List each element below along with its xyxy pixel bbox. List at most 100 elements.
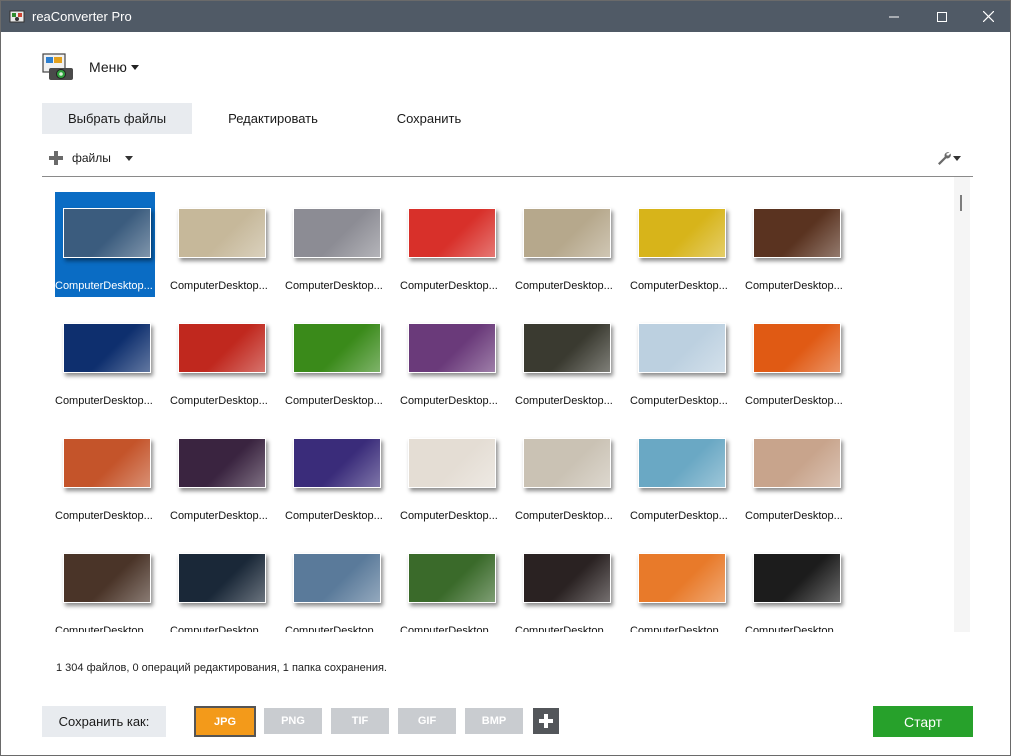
- image-thumbnail: [638, 323, 726, 373]
- file-thumbnail-item[interactable]: ComputerDesktop...: [55, 307, 155, 412]
- file-thumbnail-item[interactable]: ComputerDesktop...: [170, 422, 270, 527]
- tab-save[interactable]: Сохранить: [354, 103, 504, 134]
- image-thumbnail: [408, 438, 496, 488]
- file-thumbnail-item[interactable]: ComputerDesktop...: [515, 307, 615, 412]
- file-thumbnail-item[interactable]: ComputerDesktop...: [55, 422, 155, 527]
- file-thumbnail-item[interactable]: ComputerDesktop: [400, 537, 500, 632]
- file-thumbnail-item[interactable]: ComputerDesktop...: [285, 307, 385, 412]
- image-thumbnail: [753, 553, 841, 603]
- file-thumbnail-item[interactable]: ComputerDesktop...: [745, 192, 845, 297]
- scrollbar-thumb[interactable]: [960, 195, 962, 211]
- file-name-label: ComputerDesktop...: [285, 395, 383, 407]
- file-thumbnail-item[interactable]: ComputerDesktop...: [630, 422, 730, 527]
- maximize-button[interactable]: [918, 1, 966, 32]
- file-name-label: ComputerDesktop: [400, 625, 489, 632]
- file-thumbnail-item[interactable]: ComputerDesktop: [515, 537, 615, 632]
- file-name-label: ComputerDesktop...: [515, 280, 613, 292]
- plus-icon: [49, 151, 63, 165]
- file-thumbnail-item[interactable]: ComputerDesktop...: [170, 307, 270, 412]
- image-thumbnail: [753, 208, 841, 258]
- image-thumbnail: [293, 438, 381, 488]
- file-name-label: ComputerDesktop...: [515, 510, 613, 522]
- start-button[interactable]: Старт: [873, 706, 973, 737]
- file-name-label: ComputerDesktop: [745, 625, 834, 632]
- file-thumbnail-item[interactable]: ComputerDesktop...: [515, 422, 615, 527]
- file-name-label: ComputerDesktop...: [400, 280, 498, 292]
- image-thumbnail: [408, 553, 496, 603]
- file-name-label: ComputerDesktop...: [55, 510, 153, 522]
- image-thumbnail: [63, 323, 151, 373]
- tab-edit[interactable]: Редактировать: [198, 103, 348, 134]
- image-thumbnail: [408, 323, 496, 373]
- file-thumbnail-item[interactable]: ComputerDesktop: [630, 537, 730, 632]
- file-name-label: ComputerDesktop...: [515, 395, 613, 407]
- image-thumbnail: [178, 323, 266, 373]
- add-format-button[interactable]: [533, 708, 559, 734]
- image-thumbnail: [178, 438, 266, 488]
- app-window: reaConverter Pro Меню Выбрать файлы Реда…: [0, 0, 1011, 756]
- app-logo-icon: [42, 53, 73, 80]
- file-thumbnail-item[interactable]: ComputerDesktop...: [285, 422, 385, 527]
- file-name-label: ComputerDesktop...: [55, 395, 153, 407]
- file-name-label: ComputerDesktop...: [170, 395, 268, 407]
- format-label: JPG: [213, 715, 236, 728]
- minimize-button[interactable]: [870, 1, 918, 32]
- image-thumbnail: [523, 438, 611, 488]
- file-thumbnail-item[interactable]: ComputerDesktop...: [170, 192, 270, 297]
- image-thumbnail: [408, 208, 496, 258]
- chevron-down-icon: [953, 156, 961, 161]
- image-thumbnail: [638, 208, 726, 258]
- image-thumbnail: [638, 553, 726, 603]
- file-thumbnail-item[interactable]: ComputerDesktop...: [630, 192, 730, 297]
- file-name-label: ComputerDesktop...: [170, 510, 268, 522]
- file-name-label: ComputerDesktop: [55, 625, 144, 632]
- image-thumbnail: [63, 438, 151, 488]
- file-thumbnail-item[interactable]: ComputerDesktop...: [515, 192, 615, 297]
- vertical-scrollbar[interactable]: [954, 177, 970, 632]
- tab-label: Выбрать файлы: [67, 111, 167, 126]
- file-thumbnail-item[interactable]: ComputerDesktop: [55, 537, 155, 632]
- start-label: Старт: [903, 713, 943, 730]
- file-thumbnail-item[interactable]: ComputerDesktop: [285, 537, 385, 632]
- format-label: PNG: [281, 715, 305, 727]
- file-thumbnail-item[interactable]: ComputerDesktop: [170, 537, 270, 632]
- image-thumbnail: [293, 553, 381, 603]
- file-thumbnail-item[interactable]: ComputerDesktop...: [285, 192, 385, 297]
- minimize-icon: [889, 16, 899, 17]
- image-thumbnail: [293, 208, 381, 258]
- format-png-button[interactable]: PNG: [264, 708, 322, 734]
- plus-icon: [539, 714, 553, 728]
- file-thumbnail-item[interactable]: ComputerDesktop...: [745, 422, 845, 527]
- file-thumbnail-grid[interactable]: ComputerDesktop... ComputerDesktop... Comp…: [42, 177, 954, 632]
- file-thumbnail-item[interactable]: ComputerDesktop...: [400, 192, 500, 297]
- file-name-label: ComputerDesktop...: [55, 280, 153, 292]
- file-thumbnail-item[interactable]: ComputerDesktop: [745, 537, 845, 632]
- close-button[interactable]: [964, 1, 1011, 32]
- format-label: TIF: [351, 715, 369, 727]
- file-thumbnail-item[interactable]: ComputerDesktop...: [745, 307, 845, 412]
- format-label: GIF: [417, 715, 437, 727]
- tab-select-files[interactable]: Выбрать файлы: [42, 103, 192, 134]
- format-tif-button[interactable]: TIF: [331, 708, 389, 734]
- file-name-label: ComputerDesktop: [515, 625, 604, 632]
- chevron-down-icon: [131, 65, 139, 70]
- file-thumbnail-item[interactable]: ComputerDesktop...: [630, 307, 730, 412]
- add-files-button[interactable]: файлы: [49, 150, 133, 166]
- file-name-label: ComputerDesktop...: [630, 510, 728, 522]
- format-bmp-button[interactable]: BMP: [465, 708, 523, 734]
- format-gif-button[interactable]: GIF: [398, 708, 456, 734]
- file-name-label: ComputerDesktop...: [745, 280, 843, 292]
- tab-label: Редактировать: [228, 111, 318, 126]
- tab-label: Сохранить: [396, 111, 462, 126]
- file-thumbnail-item[interactable]: ComputerDesktop...: [400, 422, 500, 527]
- image-thumbnail: [523, 208, 611, 258]
- file-thumbnail-item[interactable]: ComputerDesktop...: [400, 307, 500, 412]
- file-name-label: ComputerDesktop: [630, 625, 719, 632]
- image-thumbnail: [63, 553, 151, 603]
- file-name-label: ComputerDesktop: [170, 625, 259, 632]
- settings-dropdown[interactable]: [936, 150, 962, 166]
- chevron-down-icon: [124, 155, 133, 161]
- save-as-text: Сохранить как:: [58, 714, 150, 729]
- file-thumbnail-item[interactable]: ComputerDesktop...: [55, 192, 155, 297]
- format-jpg-button[interactable]: JPG: [194, 706, 256, 737]
